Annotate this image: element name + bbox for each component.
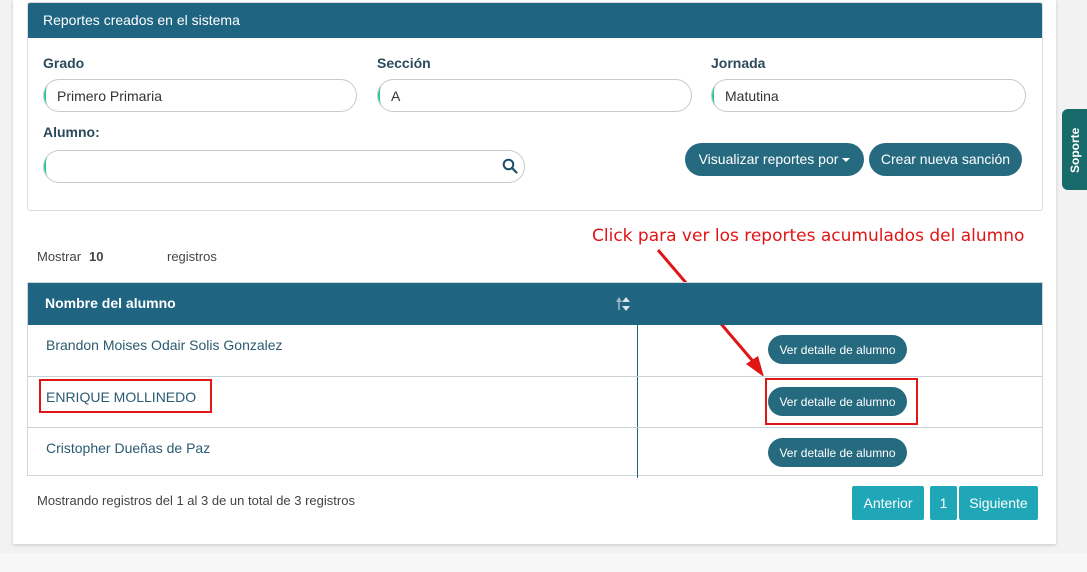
seccion-select[interactable]: A [377, 79, 692, 112]
column-divider [637, 428, 638, 478]
table-header: Nombre del alumno [28, 283, 1042, 325]
pagination-prev-button[interactable]: Anterior [852, 486, 924, 520]
filter-panel: Reportes creados en el sistema Grado Pri… [27, 2, 1043, 211]
grado-label: Grado [43, 55, 85, 71]
crear-sancion-label: Crear nueva sanción [880, 151, 1011, 167]
alumno-search-input[interactable] [43, 150, 525, 183]
jornada-select[interactable]: Matutina [711, 79, 1026, 112]
pagination-next-button[interactable]: Siguiente [959, 486, 1038, 520]
support-tab-label: Soporte [1068, 127, 1082, 173]
annotation-text: Click para ver los reportes acumulados d… [592, 226, 1025, 246]
grado-select[interactable]: Primero Primaria [43, 79, 357, 112]
alumno-label: Alumno: [43, 124, 100, 140]
jornada-label: Jornada [711, 55, 766, 71]
grado-value: Primero Primaria [57, 88, 163, 104]
column-divider [637, 377, 638, 427]
length-select[interactable]: 10 [89, 249, 103, 264]
visualizar-reportes-dropdown[interactable]: Visualizar reportes por [685, 143, 864, 176]
column-divider [637, 325, 638, 376]
search-icon[interactable] [502, 158, 518, 174]
page-footer-strip [0, 553, 1087, 572]
student-name: Cristopher Dueñas de Paz [46, 440, 211, 456]
column-header-name[interactable]: Nombre del alumno [45, 295, 176, 311]
ver-detalle-button[interactable]: Ver detalle de alumno [768, 335, 907, 364]
support-tab[interactable]: Soporte [1062, 109, 1087, 190]
pagination-page-button[interactable]: 1 [930, 486, 957, 520]
jornada-value: Matutina [725, 88, 779, 104]
table-row: Brandon Moises Odair Solis Gonzalez Ver … [28, 325, 1042, 376]
seccion-value: A [391, 88, 401, 104]
sort-icon[interactable] [615, 296, 631, 312]
crear-sancion-button[interactable]: Crear nueva sanción [869, 143, 1022, 176]
highlight-student-name [39, 379, 212, 413]
panel-title: Reportes creados en el sistema [28, 3, 1042, 38]
seccion-label: Sección [377, 55, 431, 71]
length-prefix: Mostrar [37, 249, 82, 264]
table-info: Mostrando registros del 1 al 3 de un tot… [37, 493, 355, 508]
length-suffix: registros [167, 249, 217, 264]
visualizar-label: Visualizar reportes por [698, 151, 839, 167]
caret-down-icon [842, 158, 851, 163]
table-row: Cristopher Dueñas de Paz Ver detalle de … [28, 427, 1042, 478]
ver-detalle-button[interactable]: Ver detalle de alumno [768, 438, 907, 467]
highlight-detail-button [765, 378, 918, 425]
student-name: Brandon Moises Odair Solis Gonzalez [46, 337, 283, 353]
